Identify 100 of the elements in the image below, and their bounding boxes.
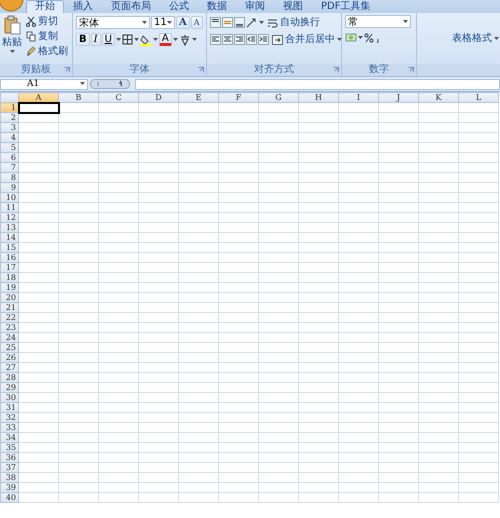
merge-cells-icon[interactable]	[272, 34, 283, 44]
font-name-dropdown[interactable]: 宋体	[76, 16, 150, 29]
scissors-icon[interactable]	[26, 16, 36, 27]
caret-icon[interactable]	[494, 36, 499, 40]
row-header[interactable]: 4	[0, 132, 18, 142]
row-header[interactable]: 17	[0, 262, 18, 272]
row-header[interactable]: 15	[0, 242, 18, 252]
row-header[interactable]: 32	[0, 412, 18, 422]
column-header[interactable]: F	[218, 92, 258, 102]
ribbon-tab[interactable]: 审阅	[236, 0, 274, 13]
copy-button[interactable]: 复制	[24, 30, 70, 43]
clipboard-icon[interactable]	[3, 15, 21, 35]
row-header[interactable]: 13	[0, 222, 18, 232]
row-header[interactable]: 6	[0, 152, 18, 162]
active-cell[interactable]	[18, 102, 58, 112]
row-header[interactable]: 27	[0, 362, 18, 372]
row-header[interactable]: 2	[0, 112, 18, 122]
caret-icon[interactable]	[142, 20, 147, 24]
font-color-button[interactable]: A	[158, 33, 172, 46]
row-header[interactable]: 16	[0, 252, 18, 262]
row-header[interactable]: 30	[0, 392, 18, 402]
fill-color-icon[interactable]	[140, 34, 152, 46]
ribbon-tab[interactable]: 数据	[198, 0, 236, 13]
percent-icon[interactable]	[364, 32, 374, 42]
paste-button[interactable]: 粘贴	[2, 36, 22, 49]
align-top-icon[interactable]	[210, 17, 221, 28]
name-box[interactable]: A1	[0, 78, 88, 90]
column-header[interactable]: A	[18, 92, 58, 102]
text-orientation-icon[interactable]	[246, 17, 258, 28]
bold-button[interactable]: B	[76, 33, 90, 46]
row-header[interactable]: 25	[0, 342, 18, 352]
row-header[interactable]: 24	[0, 332, 18, 342]
column-header[interactable]: L	[458, 92, 498, 102]
column-header[interactable]: D	[138, 92, 178, 102]
align-left-icon[interactable]	[210, 34, 221, 45]
caret-icon[interactable]	[10, 50, 14, 54]
row-header[interactable]: 38	[0, 472, 18, 482]
caret-icon[interactable]	[116, 38, 121, 42]
align-bottom-icon[interactable]	[234, 17, 245, 28]
format-painter-button[interactable]: 格式刷	[24, 45, 70, 58]
row-header[interactable]: 40	[0, 492, 18, 502]
ribbon-tab[interactable]: 页面布局	[102, 0, 160, 13]
row-header[interactable]: 19	[0, 282, 18, 292]
row-header[interactable]: 1	[0, 102, 18, 112]
increase-indent-icon[interactable]	[258, 34, 269, 45]
row-header[interactable]: 21	[0, 302, 18, 312]
ribbon-tab[interactable]: PDF工具集	[312, 0, 380, 13]
column-header[interactable]: H	[298, 92, 338, 102]
caret-icon[interactable]	[167, 20, 172, 24]
column-header[interactable]: B	[58, 92, 98, 102]
row-header[interactable]: 8	[0, 172, 18, 182]
resize-handle-icon[interactable]	[90, 79, 130, 89]
row-header[interactable]: 33	[0, 422, 18, 432]
ribbon-tab[interactable]: 插入	[64, 0, 102, 13]
row-header[interactable]: 9	[0, 182, 18, 192]
column-header[interactable]: E	[178, 92, 218, 102]
caret-icon[interactable]	[192, 38, 197, 42]
row-header[interactable]: 23	[0, 322, 18, 332]
caret-icon[interactable]	[259, 20, 264, 24]
row-header[interactable]: 20	[0, 292, 18, 302]
phonetic-guide-icon[interactable]	[178, 34, 191, 46]
wrap-text-button[interactable]: 自动换行	[265, 16, 322, 29]
caret-icon[interactable]	[172, 38, 178, 42]
align-center-icon[interactable]	[222, 34, 233, 45]
caret-icon[interactable]	[152, 38, 158, 42]
borders-icon[interactable]	[122, 34, 133, 45]
row-header[interactable]: 39	[0, 482, 18, 492]
shrink-font-button[interactable]: A	[190, 16, 203, 29]
format-as-table-button[interactable]: 表格格式	[450, 32, 500, 45]
row-header[interactable]: 28	[0, 372, 18, 382]
row-header[interactable]: 18	[0, 272, 18, 282]
wrap-text-icon[interactable]	[267, 18, 278, 28]
paintbrush-icon[interactable]	[26, 46, 36, 57]
row-header[interactable]: 11	[0, 202, 18, 212]
italic-button[interactable]: I	[90, 33, 101, 46]
underline-button[interactable]: U	[102, 33, 115, 46]
column-header[interactable]: I	[338, 92, 378, 102]
row-header[interactable]: 31	[0, 402, 18, 412]
caret-icon[interactable]	[134, 38, 139, 42]
row-header[interactable]: 14	[0, 232, 18, 242]
align-right-icon[interactable]	[234, 34, 245, 45]
row-header[interactable]: 34	[0, 432, 18, 442]
column-header[interactable]: J	[378, 92, 418, 102]
caret-icon[interactable]	[403, 20, 408, 24]
column-header[interactable]: G	[258, 92, 298, 102]
formula-field[interactable]	[135, 78, 500, 90]
row-header[interactable]: 37	[0, 462, 18, 472]
number-format-dropdown[interactable]: 常	[345, 15, 411, 28]
row-header[interactable]: 26	[0, 352, 18, 362]
row-header[interactable]: 5	[0, 142, 18, 152]
cut-button[interactable]: 剪切	[24, 15, 70, 28]
ribbon-tab[interactable]: 公式	[160, 0, 198, 13]
row-header[interactable]: 22	[0, 312, 18, 322]
caret-icon[interactable]	[80, 82, 85, 86]
row-header[interactable]: 12	[0, 212, 18, 222]
row-header[interactable]: 29	[0, 382, 18, 392]
merge-center-button[interactable]: 合并后居中	[270, 33, 344, 46]
decrease-indent-icon[interactable]	[246, 34, 257, 45]
column-header[interactable]: K	[418, 92, 458, 102]
row-header[interactable]: 36	[0, 452, 18, 462]
